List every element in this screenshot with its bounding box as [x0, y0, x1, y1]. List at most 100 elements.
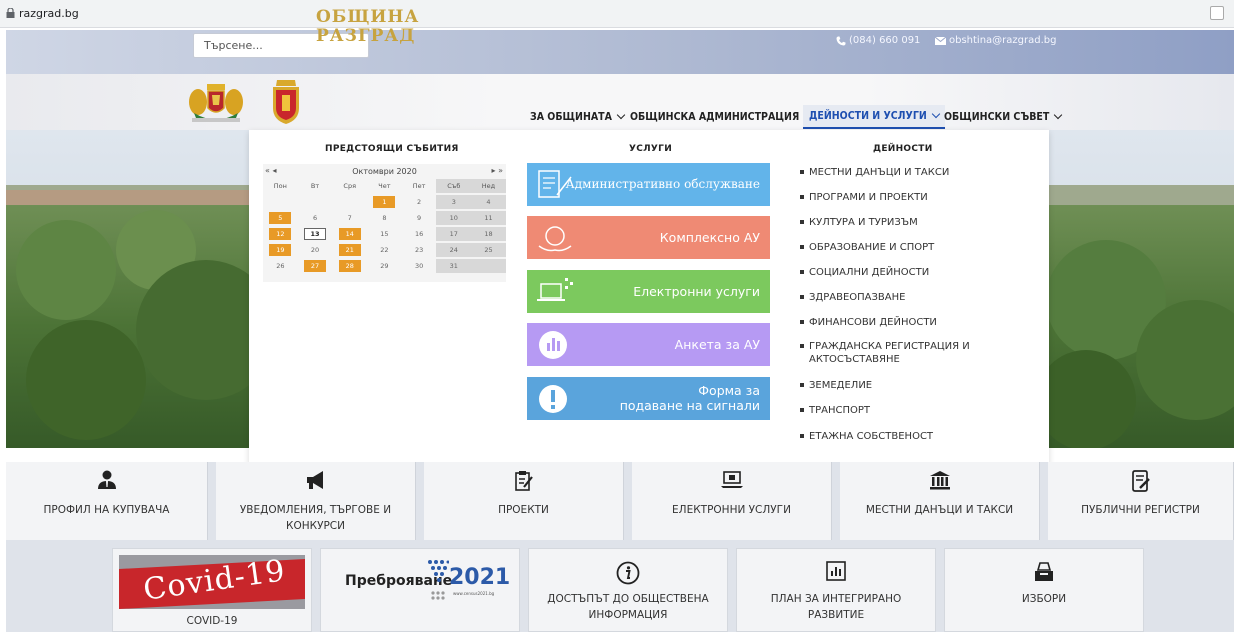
- calendar-day-number: 1: [373, 196, 396, 208]
- calendar-empty-cell: [332, 195, 367, 209]
- calendar-day[interactable]: 2: [402, 195, 437, 209]
- email-address: obshtina@razgrad.bg: [949, 35, 1057, 46]
- nav-item-administration[interactable]: ОБЩИНСКА АДМИНИСТРАЦИЯ: [630, 105, 813, 129]
- activity-link[interactable]: ЕТАЖНА СОБСТВЕНОСТ: [800, 430, 1029, 443]
- tile-label-line: МЕСТНИ ДАНЪЦИ И ТАКСИ: [865, 504, 1014, 516]
- browser-address-bar[interactable]: razgrad.bg: [0, 0, 1234, 28]
- activity-link[interactable]: ЗДРАВЕОПАЗВАНЕ: [800, 291, 1029, 304]
- activity-link[interactable]: ГРАЖДАНСКА РЕГИСТРАЦИЯ И АКТОСЪСТАВЯНЕ: [800, 340, 1029, 366]
- activity-link[interactable]: ФИНАНСОВИ ДЕЙНОСТИ: [800, 316, 1029, 329]
- calendar-day[interactable]: 9: [402, 211, 437, 225]
- calendar-day-number: 8: [382, 214, 387, 222]
- calendar-next-button[interactable]: ▸ »: [492, 166, 503, 175]
- service-button-complex[interactable]: Комплексно АУ: [527, 216, 770, 259]
- calendar-day[interactable]: 18: [471, 227, 506, 241]
- calendar-day-number: 13: [304, 228, 327, 240]
- calendar-day[interactable]: 29: [367, 259, 402, 273]
- tile-electronic-services[interactable]: ЕЛЕКТРОННИ УСЛУГИ: [632, 462, 832, 540]
- tile-label: COVID-19: [186, 615, 238, 627]
- calendar-day-number: 22: [380, 246, 389, 254]
- activity-link[interactable]: ОБРАЗОВАНИЕ И СПОРТ: [800, 241, 1029, 254]
- tile-covid-19[interactable]: Covid-19 COVID-19: [112, 548, 312, 632]
- document-edit-icon: [1131, 470, 1150, 492]
- calendar-day[interactable]: 16: [402, 227, 437, 241]
- calendar-day[interactable]: 14: [332, 227, 367, 241]
- phone-link[interactable]: (084) 660 091: [836, 35, 920, 46]
- tile-buyer-profile[interactable]: ПРОФИЛ НА КУПУВАЧА: [6, 462, 208, 540]
- calendar-day[interactable]: 19: [263, 243, 298, 257]
- census-year: 2021: [449, 565, 511, 590]
- calendar-day[interactable]: 10: [436, 211, 472, 225]
- calendar-day-number: 16: [414, 230, 424, 238]
- service-button-administrative[interactable]: Административно обслужване: [527, 163, 770, 206]
- calendar-weekday: Съб: [436, 179, 472, 193]
- calendar-day[interactable]: 25: [471, 243, 506, 257]
- calendar-day[interactable]: 17: [436, 227, 472, 241]
- calendar-day[interactable]: 24: [436, 243, 472, 257]
- calendar-day[interactable]: 27: [298, 259, 333, 273]
- calendar-weekday: Пон: [273, 182, 287, 190]
- calendar-day[interactable]: 5: [263, 211, 298, 225]
- tile-projects[interactable]: ПРОЕКТИ: [424, 462, 624, 540]
- calendar-day-number: 7: [347, 214, 352, 222]
- calendar-day[interactable]: 28: [332, 259, 367, 273]
- activity-link[interactable]: СОЦИАЛНИ ДЕЙНОСТИ: [800, 266, 1029, 279]
- calendar-day[interactable]: 15: [367, 227, 402, 241]
- calendar-grid: Пон Вт Сря Чет Пет Съб Нед 1 2 3 4 5 6 7 8 9 10 11 12 13 14 1…: [263, 179, 506, 273]
- tile-label: ИЗБОРИ: [945, 591, 1143, 607]
- calendar-day[interactable]: 31: [436, 259, 472, 273]
- tile-elections[interactable]: ИЗБОРИ: [944, 548, 1144, 632]
- activity-link[interactable]: КУЛТУРА И ТУРИЗЪМ: [800, 216, 1029, 229]
- nav-label: ЗА ОБЩИНАТА: [530, 111, 612, 123]
- calendar-day[interactable]: 21: [332, 243, 367, 257]
- calendar-day[interactable]: 11: [471, 211, 506, 225]
- calendar-day[interactable]: 23: [402, 243, 437, 257]
- calendar-day-number: 31: [449, 262, 458, 270]
- service-label-line1: Форма за: [698, 383, 760, 398]
- tile-public-information-access[interactable]: ДОСТЪПЪТ ДО ОБЩЕСТВЕНА ИНФОРМАЦИЯ: [528, 548, 728, 632]
- service-label: Комплексно АУ: [659, 230, 760, 245]
- calendar-day[interactable]: 6: [298, 211, 333, 225]
- service-button-electronic[interactable]: Електронни услуги: [527, 270, 770, 313]
- email-link[interactable]: obshtina@razgrad.bg: [935, 35, 1056, 46]
- activity-link[interactable]: ТРАНСПОРТ: [800, 404, 1029, 417]
- nav-item-activities-services[interactable]: ДЕЙНОСТИ И УСЛУГИ: [803, 105, 945, 129]
- calendar-day-number: 15: [380, 230, 389, 238]
- calendar-day[interactable]: 1: [367, 195, 402, 209]
- calendar-day[interactable]: 4: [471, 195, 506, 209]
- activity-link[interactable]: МЕСТНИ ДАНЪЦИ И ТАКСИ: [800, 166, 1029, 179]
- site-logo-text[interactable]: ОБЩИНА РАЗГРАД: [316, 8, 419, 46]
- calendar-day-number: 4: [486, 198, 491, 206]
- tile-notices-tenders[interactable]: УВЕДОМЛЕНИЯ, ТЪРГОВЕ И КОНКУРСИ: [216, 462, 416, 540]
- extension-icon[interactable]: [1210, 6, 1224, 20]
- top-info-bar: Търсене... (084) 660 091 obshtina@razgra…: [6, 30, 1234, 74]
- calendar-day[interactable]: 12: [263, 227, 298, 241]
- tile-public-registers[interactable]: ПУБЛИЧНИ РЕГИСТРИ: [1048, 462, 1234, 540]
- logo-line-2: РАЗГРАД: [316, 26, 416, 46]
- service-button-report-form[interactable]: Форма за подаване на сигнали: [527, 377, 770, 420]
- calendar-day[interactable]: 30: [402, 259, 437, 273]
- activity-line2: АКТОСЪСТАВЯНЕ: [809, 354, 900, 365]
- calendar-day[interactable]: 7: [332, 211, 367, 225]
- nav-item-council[interactable]: ОБЩИНСКИ СЪВЕТ: [944, 105, 1063, 129]
- tile-local-taxes[interactable]: МЕСТНИ ДАНЪЦИ И ТАКСИ: [840, 462, 1040, 540]
- calendar-day[interactable]: 13: [298, 227, 333, 241]
- service-label: Административно обслужване: [565, 177, 760, 191]
- calendar-day[interactable]: 3: [436, 195, 472, 209]
- calendar-day-number: 20: [310, 246, 320, 254]
- activity-link[interactable]: ЗЕМЕДЕЛИЕ: [800, 379, 1029, 392]
- activity-link[interactable]: ПРОГРАМИ И ПРОЕКТИ: [800, 191, 1029, 204]
- calendar-day-number: 21: [338, 244, 361, 256]
- service-button-survey[interactable]: Анкета за АУ: [527, 323, 770, 366]
- tile-integrated-development-plan[interactable]: ПЛАН ЗА ИНТЕГРИРАНО РАЗВИТИЕ: [736, 548, 936, 632]
- calendar-day[interactable]: 8: [367, 211, 402, 225]
- tile-census-2021[interactable]: Преброяване 2021 www.census2021.bg: [320, 548, 520, 632]
- nav-item-about[interactable]: ЗА ОБЩИНАТА: [530, 105, 626, 129]
- nav-label: ДЕЙНОСТИ И УСЛУГИ: [809, 110, 927, 122]
- calendar-day[interactable]: 26: [263, 259, 298, 273]
- nav-label: ОБЩИНСКИ СЪВЕТ: [944, 111, 1050, 123]
- activity-line1: ГРАЖДАНСКА РЕГИСТРАЦИЯ И: [809, 341, 970, 352]
- calendar-day[interactable]: 22: [367, 243, 402, 257]
- calendar-day[interactable]: 20: [298, 243, 333, 257]
- phone-number: (084) 660 091: [849, 35, 921, 46]
